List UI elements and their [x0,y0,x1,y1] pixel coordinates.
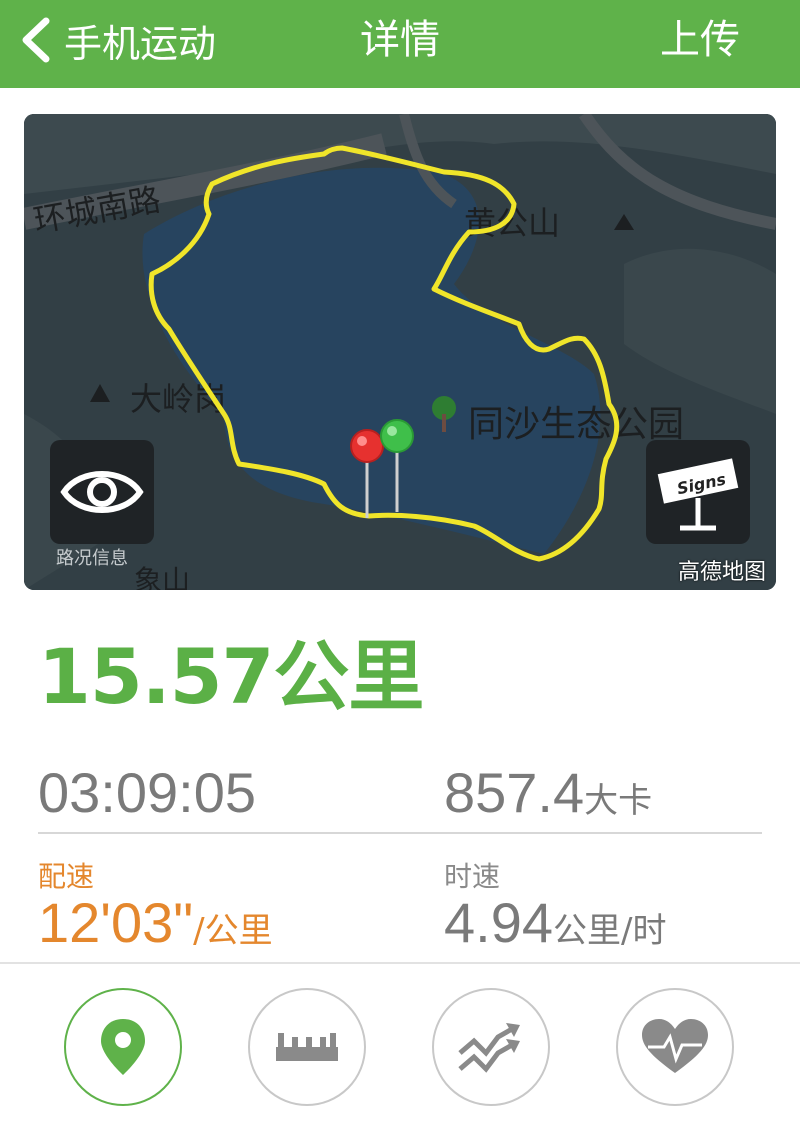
top-bar: 手机运动 详情 上传 [0,0,800,88]
traffic-toggle-button[interactable] [50,440,154,544]
duration-value: 03:09:05 [38,761,256,824]
tab-splits[interactable] [248,988,366,1106]
route-map[interactable]: 环城南路 黄公山 大岭岗 同沙生态公园 象山 路况信息 Signs 高德地图 [24,114,776,590]
map-label-south: 象山 [134,564,190,590]
location-pin-icon [101,1019,145,1075]
ruler-icon [276,1033,338,1061]
signboard-icon: Signs [657,458,739,531]
speed-value: 4.94 [444,891,553,954]
speed: 4.94公里/时 [444,890,666,955]
calories-value: 857.4 [444,761,585,824]
pace-unit: /公里 [193,911,273,951]
tab-heart-rate[interactable] [616,988,734,1106]
tab-route[interactable] [64,988,182,1106]
calories: 857.4大卡 [444,760,652,825]
pace: 12'03"/公里 [38,890,273,955]
heartbeat-icon [642,1019,708,1073]
stats-divider [38,832,762,834]
signs-button[interactable]: Signs [646,440,750,544]
pace-value: 12'03" [38,891,194,954]
tab-trends[interactable] [432,988,550,1106]
pace-label: 配速 [38,860,95,893]
total-distance: 15.57公里 [38,632,424,721]
map-label-park: 同沙生态公园 [468,404,684,445]
trend-arrows-icon [458,1023,520,1073]
map-provider: 高德地图 [677,560,766,585]
upload-button[interactable]: 上传 [660,10,740,70]
bottom-divider [0,962,800,964]
speed-label: 时速 [444,860,501,893]
traffic-caption: 路况信息 [56,548,128,569]
calories-unit: 大卡 [584,781,653,821]
speed-unit: 公里/时 [553,911,667,951]
eye-icon [60,471,144,513]
